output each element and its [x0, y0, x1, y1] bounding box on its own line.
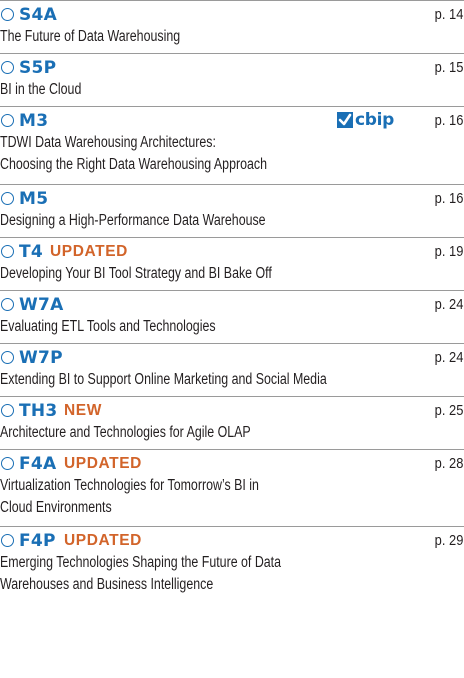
page-number: p. 19: [434, 243, 463, 260]
course-code: F4A: [19, 454, 57, 474]
course-code: M3: [19, 111, 49, 131]
cbip-checkmark-icon: [337, 112, 353, 128]
cbip-logo: cbip: [337, 110, 395, 130]
updated-badge: UPDATED: [50, 243, 128, 260]
updated-badge: UPDATED: [64, 455, 142, 472]
new-badge: NEW: [64, 402, 102, 419]
course-entry[interactable]: M5 p. 16 Designing a High-Performance Da…: [0, 184, 464, 237]
course-entry[interactable]: S5P p. 15 BI in the Cloud: [0, 53, 464, 106]
circle-checkbox-icon[interactable]: [1, 192, 14, 205]
course-entry[interactable]: TH3 NEW p. 25 Architecture and Technolog…: [0, 396, 464, 449]
cbip-logo-text: cbip: [355, 110, 395, 130]
course-title: Emerging Technologies Shaping the Future…: [0, 554, 282, 593]
page-number: p. 14: [434, 6, 463, 23]
course-title: BI in the Cloud: [0, 81, 82, 98]
updated-badge: UPDATED: [64, 532, 142, 549]
circle-checkbox-icon[interactable]: [1, 8, 14, 21]
course-code: S4A: [19, 5, 58, 25]
course-title: Developing Your BI Tool Strategy and BI …: [0, 265, 272, 282]
page-number: p. 16: [434, 190, 463, 207]
circle-checkbox-icon[interactable]: [1, 534, 14, 547]
page-number: p. 29: [434, 532, 463, 549]
course-code: S5P: [19, 58, 57, 78]
circle-checkbox-icon[interactable]: [1, 114, 14, 127]
course-entry[interactable]: T4 UPDATED p. 19 Developing Your BI Tool…: [0, 237, 464, 290]
page-number: p. 15: [434, 59, 463, 76]
circle-checkbox-icon[interactable]: [1, 457, 14, 470]
circle-checkbox-icon[interactable]: [1, 351, 14, 364]
course-code: W7P: [19, 348, 63, 368]
course-code: TH3: [19, 401, 58, 421]
page-number: p. 25: [434, 402, 463, 419]
course-title: Virtualization Technologies for Tomorrow…: [0, 477, 259, 516]
course-title: Evaluating ETL Tools and Technologies: [0, 318, 216, 335]
page-number: p. 24: [434, 349, 463, 366]
page-number: p. 28: [434, 455, 463, 472]
course-entry[interactable]: F4A UPDATED p. 28 Virtualization Technol…: [0, 449, 464, 526]
course-entry[interactable]: F4P UPDATED p. 29 Emerging Technologies …: [0, 526, 464, 606]
course-title: Architecture and Technologies for Agile …: [0, 424, 251, 441]
course-title: TDWI Data Warehousing Architectures: Cho…: [0, 134, 267, 173]
circle-checkbox-icon[interactable]: [1, 245, 14, 258]
circle-checkbox-icon[interactable]: [1, 298, 14, 311]
course-code: W7A: [19, 295, 64, 315]
course-code: F4P: [19, 531, 56, 551]
course-list: S4A p. 14 The Future of Data Warehousing…: [0, 0, 464, 606]
course-entry[interactable]: W7A p. 24 Evaluating ETL Tools and Techn…: [0, 290, 464, 343]
course-entry[interactable]: M3 cbip p. 16 TDWI Data Warehousing Arch…: [0, 106, 464, 184]
course-title: Extending BI to Support Online Marketing…: [0, 371, 327, 388]
course-entry[interactable]: S4A p. 14 The Future of Data Warehousing: [0, 0, 464, 53]
page-number: p. 16: [434, 112, 463, 129]
course-code: T4: [19, 242, 44, 262]
course-title: The Future of Data Warehousing: [0, 28, 181, 45]
page-number: p. 24: [434, 296, 463, 313]
course-entry[interactable]: W7P p. 24 Extending BI to Support Online…: [0, 343, 464, 396]
course-code: M5: [19, 189, 49, 209]
circle-checkbox-icon[interactable]: [1, 61, 14, 74]
course-title: Designing a High-Performance Data Wareho…: [0, 212, 266, 229]
circle-checkbox-icon[interactable]: [1, 404, 14, 417]
